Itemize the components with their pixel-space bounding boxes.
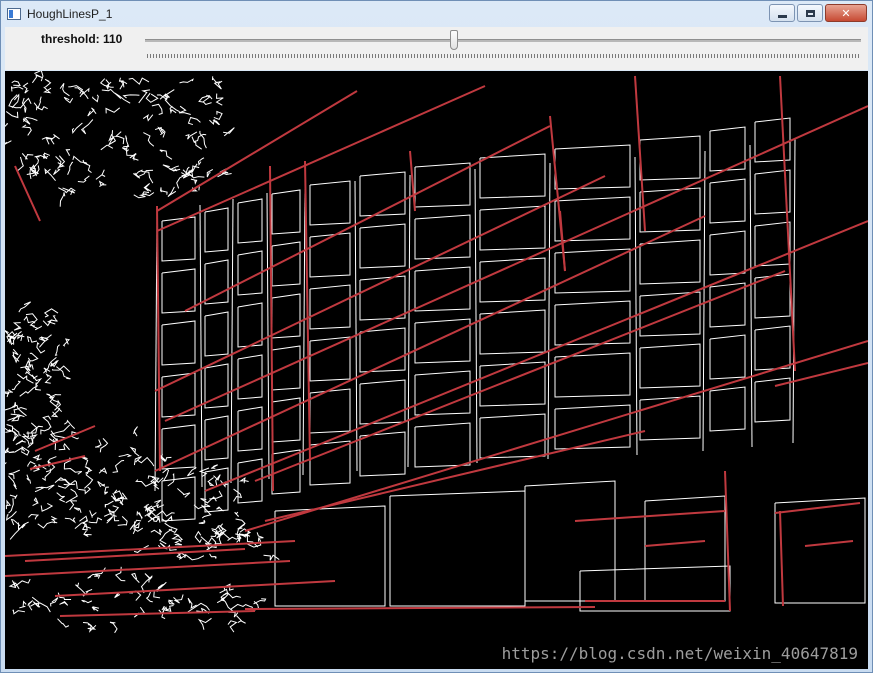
watermark-text: https://blog.csdn.net/weixin_40647819 [501,644,858,663]
minimize-button[interactable] [769,4,795,22]
close-icon: ✕ [841,7,851,20]
close-button[interactable]: ✕ [825,4,867,22]
threshold-slider-track[interactable] [145,39,861,42]
window-title: HoughLinesP_1 [27,7,113,21]
edge-image-canvas [5,71,868,669]
hough-lines-image: https://blog.csdn.net/weixin_40647819 [5,71,868,669]
threshold-slider-thumb[interactable] [449,30,458,50]
maximize-button[interactable] [797,4,823,22]
trackbar-panel: threshold: 110 [5,27,868,70]
minimize-icon [777,14,787,18]
title-bar[interactable]: HoughLinesP_1 ✕ [1,1,872,27]
app-window: HoughLinesP_1 ✕ threshold: 110 https://b… [0,0,873,673]
maximize-icon [805,9,815,17]
window-controls: ✕ [769,4,867,22]
app-window-icon [7,8,21,20]
threshold-trackbar-label: threshold: 110 [41,32,123,46]
threshold-slider-ticks [147,54,861,58]
image-background [5,71,868,669]
